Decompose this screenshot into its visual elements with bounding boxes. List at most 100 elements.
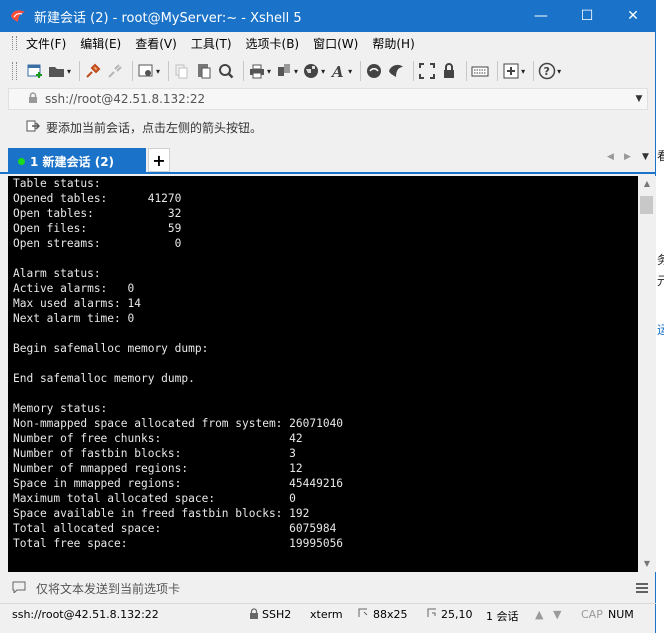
connect-icon	[86, 63, 101, 78]
window-title: 新建会话 (2) - root@MyServer:~ - Xshell 5	[34, 10, 302, 26]
find-button[interactable]	[217, 60, 235, 82]
svg-text:?: ?	[544, 65, 550, 78]
terminal-line: Opened tables: 41270	[13, 192, 182, 205]
open-button[interactable]: ▾	[48, 60, 71, 82]
status-lock-icon	[249, 608, 259, 622]
toolbar: ▾ ▾ ▾ ▾ ▾ A ▾ ▾ ? ▾	[0, 56, 656, 86]
background-text-fragment: 看	[657, 149, 664, 163]
menu-edit[interactable]: 编辑(E)	[80, 35, 121, 52]
close-button[interactable]: ✕	[610, 0, 656, 32]
help-icon: ?	[538, 62, 556, 80]
terminal-line: Max used alarms: 14	[13, 297, 141, 310]
toolbar-separator	[79, 61, 81, 81]
status-size: 88x25	[373, 608, 408, 621]
xmanager-button[interactable]	[387, 60, 405, 82]
terminal-line: Open tables: 32	[13, 207, 182, 220]
menu-bar: 文件(F) 编辑(E) 查看(V) 工具(T) 选项卡(B) 窗口(W) 帮助(…	[0, 32, 656, 54]
menu-file[interactable]: 文件(F)	[26, 35, 66, 52]
toolbar-separator	[168, 61, 170, 81]
toolbar-separator	[132, 61, 134, 81]
status-num: NUM	[608, 608, 634, 621]
new-tab-button[interactable]: +	[148, 148, 170, 172]
copy-icon	[175, 64, 188, 79]
terminal-line: Active alarms: 0	[13, 282, 135, 295]
status-down-arrow-icon[interactable]: ▼	[553, 608, 561, 621]
terminal-line: Next alarm time: 0	[13, 312, 135, 325]
keyboard-button[interactable]	[471, 60, 489, 82]
terminal-output[interactable]: Table status: Opened tables: 41270 Open ta…	[8, 176, 638, 572]
tab-list-chevron-down-icon[interactable]: ▼	[642, 152, 649, 162]
menubar-grip[interactable]	[12, 36, 17, 50]
title-bar[interactable]: 新建会话 (2) - root@MyServer:~ - Xshell 5 — …	[0, 0, 656, 32]
status-caps: CAP	[581, 608, 603, 621]
status-bar: ssh://root@42.51.8.132:22 SSH2 xterm 88x…	[0, 603, 656, 625]
background-text-fragment: 运	[657, 323, 664, 337]
send-icon[interactable]	[12, 581, 26, 596]
chevron-down-icon[interactable]: ▼	[631, 94, 647, 104]
hint-bar: 要添加当前会话，点击左侧的箭头按钮。	[8, 116, 648, 138]
terminal-line: Open files: 59	[13, 222, 182, 235]
terminal-line: Number of mmapped regions: 12	[13, 462, 303, 475]
menu-view[interactable]: 查看(V)	[135, 35, 177, 52]
lock-icon	[444, 63, 455, 78]
globe-button[interactable]: ▾	[302, 60, 325, 82]
tab-scroll-right-icon[interactable]: ▶	[624, 152, 631, 162]
status-sessions: 1 会话	[486, 610, 519, 623]
menu-tabs[interactable]: 选项卡(B)	[246, 35, 300, 52]
add-button[interactable]: ▾	[502, 60, 525, 82]
terminal-line: Number of fastbin blocks: 3	[13, 447, 296, 460]
fullscreen-button[interactable]	[418, 60, 436, 82]
scroll-up-icon[interactable]: ▲	[638, 176, 656, 192]
address-input[interactable]: ssh://root@42.51.8.132:22	[45, 92, 631, 106]
menu-window[interactable]: 窗口(W)	[313, 35, 358, 52]
font-icon: A	[330, 63, 344, 80]
tab-session-1[interactable]: 1 新建会话 (2)	[8, 148, 146, 174]
terminal-line: Open streams: 0	[13, 237, 182, 250]
status-cursor: 25,10	[441, 608, 473, 621]
tab-bar: 1 新建会话 (2) + ◀ ▶ ▼	[0, 146, 656, 174]
font-button[interactable]: A ▾	[329, 60, 352, 82]
address-bar[interactable]: ssh://root@42.51.8.132:22 ▼	[8, 88, 648, 110]
add-session-arrow-icon[interactable]	[26, 119, 41, 136]
maximize-button[interactable]: ☐	[564, 0, 610, 32]
help-button[interactable]: ? ▾	[538, 60, 561, 82]
lock-button[interactable]	[440, 60, 458, 82]
disconnect-icon	[108, 64, 122, 78]
scrollbar-thumb[interactable]	[640, 196, 653, 214]
properties-button[interactable]: ▾	[137, 60, 160, 82]
xftp-button[interactable]	[365, 60, 383, 82]
menu-help[interactable]: 帮助(H)	[372, 35, 414, 52]
disconnect-button[interactable]	[106, 60, 124, 82]
new-session-button[interactable]	[26, 60, 44, 82]
terminal-line: Alarm status:	[13, 267, 101, 280]
compose-bar[interactable]: 仅将文本发送到当前选项卡	[8, 576, 656, 600]
copy-button[interactable]	[173, 60, 191, 82]
xftp-icon	[367, 64, 382, 78]
terminal-line: Space available in freed fastbin blocks:…	[13, 507, 310, 520]
toolbar-separator	[497, 61, 499, 81]
terminal-scrollbar[interactable]: ▲ ▼	[638, 176, 656, 572]
transfer-button[interactable]: ▾	[275, 60, 298, 82]
print-button[interactable]: ▾	[248, 60, 271, 82]
hamburger-menu-icon[interactable]	[632, 578, 652, 598]
menu-tools[interactable]: 工具(T)	[191, 35, 232, 52]
terminal-line: Total free space: 19995056	[13, 537, 344, 550]
paste-button[interactable]	[195, 60, 213, 82]
tab-scroll-left-icon[interactable]: ◀	[607, 152, 614, 162]
connected-status-dot	[18, 157, 25, 165]
terminal-line: Space in mmapped regions: 45449216	[13, 477, 344, 490]
compose-input[interactable]: 仅将文本发送到当前选项卡	[36, 580, 632, 597]
connect-button[interactable]	[84, 60, 102, 82]
minimize-button[interactable]: —	[518, 0, 564, 32]
new-session-icon	[27, 64, 42, 78]
background-text-fragment: 元	[657, 274, 664, 288]
scroll-down-icon[interactable]: ▼	[638, 556, 656, 572]
toolbar-grip[interactable]	[12, 62, 17, 80]
status-protocol: SSH2	[262, 608, 292, 621]
keyboard-icon	[471, 66, 489, 77]
status-up-arrow-icon[interactable]: ▲	[535, 608, 543, 621]
add-icon	[503, 63, 519, 79]
xmanager-icon	[389, 64, 404, 77]
